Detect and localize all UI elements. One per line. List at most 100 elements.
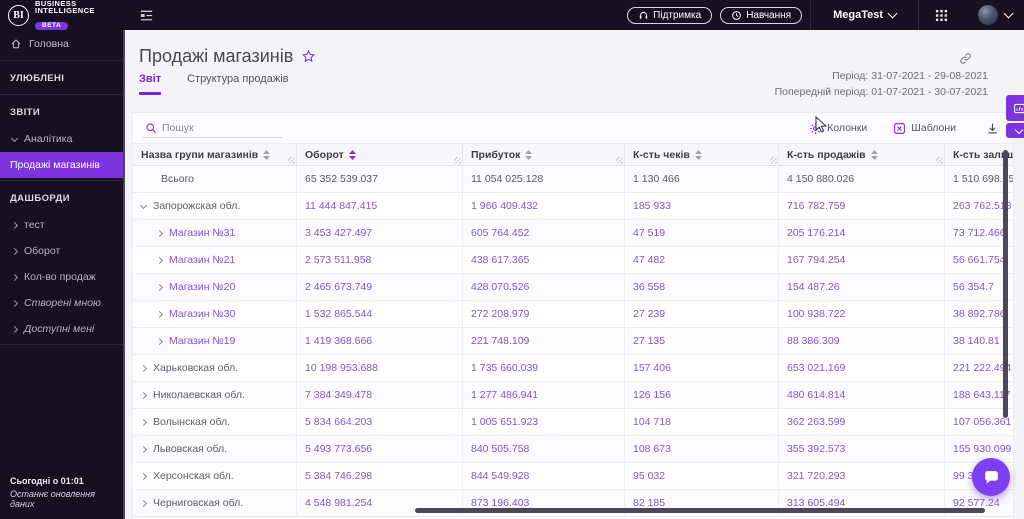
sort-icon[interactable]: [263, 149, 271, 160]
support-button[interactable]: Підтримка: [627, 6, 713, 24]
sort-icon[interactable]: [525, 149, 533, 160]
sidebar-item-store-sales[interactable]: Продажі магазинів: [0, 152, 123, 178]
row-name-cell[interactable]: Харьковская обл.: [133, 355, 297, 381]
topbar: BI BUSINESS INTELLIGENCE BETA Підтримка …: [0, 0, 1024, 30]
chevron-right-icon[interactable]: [155, 256, 164, 264]
avatar: [978, 5, 998, 25]
sidebar-item-dashboard[interactable]: тест: [0, 212, 123, 238]
table-row[interactable]: Всього 65 352 539.037 11 054 025.128 1 130 …: [133, 166, 1013, 193]
table-row[interactable]: Волынская обл. 5 834 664.203 1 005 651.923…: [133, 409, 1013, 436]
value-cell: 154 487.26: [779, 274, 945, 300]
chevron-right-icon[interactable]: [155, 310, 164, 318]
row-name-cell[interactable]: Магазин №19: [133, 328, 297, 354]
chevron-right-icon[interactable]: [155, 337, 164, 345]
chevron-right-icon[interactable]: [139, 499, 148, 507]
table-row[interactable]: Магазин №20 2 465 673.749 428 070.526 36 55…: [133, 274, 1013, 301]
app-logo[interactable]: BI BUSINESS INTELLIGENCE BETA: [0, 0, 125, 30]
tab-sales-structure[interactable]: Структура продажів: [187, 73, 288, 95]
table-header-row: Назва групи магазинів Оборот Прибуток К-…: [133, 143, 1013, 166]
column-header-receipts[interactable]: К-сть чеків: [625, 144, 779, 165]
search-input[interactable]: [162, 121, 280, 134]
value-cell: 480 614.814: [779, 382, 945, 408]
chevron-right-icon[interactable]: [139, 472, 148, 480]
previous-period-label: Попередній період: 01-07-2021 - 30-07-20…: [774, 86, 988, 99]
table-row[interactable]: Магазин №21 2 573 511.958 438 617.365 47 48…: [133, 247, 1013, 274]
value-cell: 272 208.979: [463, 301, 625, 327]
value-cell: 205 176.214: [779, 220, 945, 246]
row-name-cell[interactable]: Львовская обл.: [133, 436, 297, 462]
sidebar-item-label: Аналітика: [24, 133, 73, 145]
value-cell: 5 834 664.203: [297, 409, 463, 435]
sidebar-item-created-by-me[interactable]: Створені мною: [0, 290, 123, 316]
chevron-right-icon[interactable]: [139, 445, 148, 453]
chevron-right-icon[interactable]: [139, 418, 148, 426]
sidebar-item-dashboard[interactable]: Кол-во продаж: [0, 264, 123, 290]
export-widget-collapse-button[interactable]: [1006, 123, 1024, 138]
column-header-sales-count[interactable]: К-сть продажів: [779, 144, 945, 165]
table-row[interactable]: Львовская обл. 5 493 773.656 840 505.758 10…: [133, 436, 1013, 463]
row-name-cell[interactable]: Магазин №30: [133, 301, 297, 327]
apps-grid-icon: [935, 9, 948, 21]
row-name-cell[interactable]: Черниговская обл.: [133, 490, 297, 516]
sort-icon[interactable]: [694, 149, 702, 160]
vertical-scrollbar[interactable]: [1003, 150, 1008, 418]
table-row[interactable]: Николаевская обл. 7 384 349.478 1 277 486.…: [133, 382, 1013, 409]
row-name-cell[interactable]: Магазин №20: [133, 274, 297, 300]
favorite-star-icon[interactable]: [301, 49, 316, 64]
row-name-cell[interactable]: Херсонская обл.: [133, 463, 297, 489]
table-row[interactable]: Запорожская обл. 11 444 847.415 1 966 409.…: [133, 193, 1013, 220]
column-resize-handle[interactable]: [288, 157, 295, 164]
tab-report[interactable]: Звіт: [139, 73, 162, 95]
sidebar-item-label: Кол-во продаж: [24, 271, 96, 283]
row-name-cell[interactable]: Магазин №21: [133, 247, 297, 273]
chevron-down-icon: [887, 8, 898, 19]
user-menu[interactable]: [964, 5, 1024, 25]
chevron-down-icon[interactable]: [139, 201, 148, 209]
templates-button[interactable]: Шаблони: [893, 122, 956, 135]
training-button[interactable]: Навчання: [720, 6, 803, 24]
sidebar-item-analytics[interactable]: Аналітика: [0, 126, 123, 152]
sort-icon-active[interactable]: [348, 149, 356, 160]
apps-grid-button[interactable]: [919, 9, 964, 22]
row-name-cell[interactable]: Запорожская обл.: [133, 193, 297, 219]
column-header-profit[interactable]: Прибуток: [463, 144, 625, 165]
column-resize-handle[interactable]: [616, 157, 623, 164]
export-queue-button[interactable]: 2: [1006, 95, 1024, 121]
row-name-label: Всього: [161, 173, 195, 185]
report-chart-icon: [1013, 103, 1024, 113]
table-row[interactable]: Херсонская обл. 5 384 746.298 844 549.928 9…: [133, 463, 1013, 490]
table-row[interactable]: Магазин №30 1 532 865.544 272 208.979 27 23…: [133, 301, 1013, 328]
column-resize-handle[interactable]: [936, 157, 943, 164]
table-row[interactable]: Харьковская обл. 10 198 953.688 1 735 660.…: [133, 355, 1013, 382]
chat-widget-button[interactable]: [972, 458, 1010, 496]
row-name-cell[interactable]: Николаевская обл.: [133, 382, 297, 408]
row-name-cell[interactable]: Всього: [133, 166, 297, 192]
search-field[interactable]: [143, 119, 283, 138]
chevron-right-icon[interactable]: [139, 364, 148, 372]
table-row[interactable]: Магазин №31 3 453 427.497 605 764.452 47 51…: [133, 220, 1013, 247]
row-name-label: Харьковская обл.: [153, 362, 239, 374]
sidebar-item-dashboard[interactable]: Оборот: [0, 238, 123, 264]
sidebar-item-home[interactable]: Головна: [0, 30, 123, 58]
value-cell: 157 406: [625, 355, 779, 381]
columns-button[interactable]: Колонки: [809, 122, 867, 135]
column-header-turnover[interactable]: Оборот: [297, 144, 463, 165]
row-name-label: Магазин №19: [169, 335, 236, 347]
row-name-cell[interactable]: Магазин №31: [133, 220, 297, 246]
sidebar-toggle-icon[interactable]: [139, 8, 154, 23]
chevron-right-icon[interactable]: [155, 283, 164, 291]
column-header-group-name[interactable]: Назва групи магазинів: [133, 144, 297, 165]
value-cell: 2 465 673.749: [297, 274, 463, 300]
chevron-right-icon[interactable]: [139, 391, 148, 399]
chevron-right-icon[interactable]: [155, 229, 164, 237]
download-button[interactable]: [986, 122, 999, 135]
row-name-label: Черниговская обл.: [153, 497, 244, 509]
workspace-menu[interactable]: MegaTest: [811, 8, 918, 21]
sidebar-item-available-to-me[interactable]: Доступні мені: [0, 316, 123, 342]
horizontal-scrollbar[interactable]: [415, 508, 985, 513]
row-name-cell[interactable]: Волынская обл.: [133, 409, 297, 435]
column-resize-handle[interactable]: [770, 157, 777, 164]
column-resize-handle[interactable]: [454, 157, 461, 164]
sort-icon[interactable]: [870, 149, 878, 160]
table-row[interactable]: Магазин №19 1 419 368.666 221 748.109 27 13…: [133, 328, 1013, 355]
